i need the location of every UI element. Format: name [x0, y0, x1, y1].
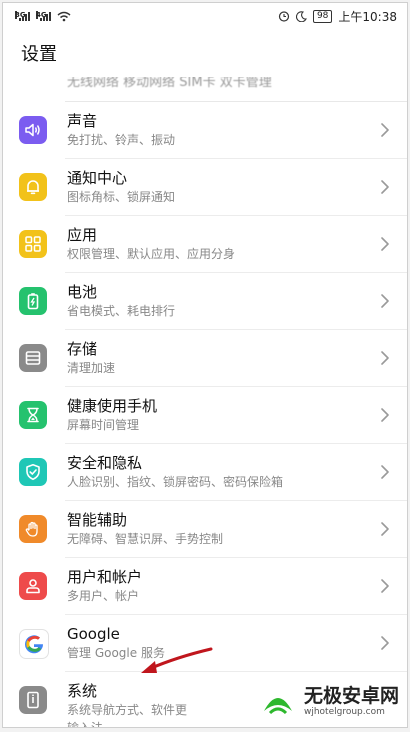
clock: 上午10:38: [338, 9, 397, 24]
partial-scrolled-item: 无线网络 移动网络 SIM卡 双卡管理: [3, 77, 407, 101]
status-right: 98 上午10:38: [278, 8, 397, 25]
settings-item-subtitle: 免打扰、铃声、振动: [67, 133, 176, 147]
chevron-right-icon: [379, 179, 391, 195]
watermark-logo-icon: [263, 698, 292, 715]
bell-icon: [19, 173, 47, 201]
settings-list: 声音免打扰、铃声、振动通知中心图标角标、锁屏通知应用权限管理、默认应用、应用分身…: [3, 102, 407, 672]
settings-screen: 3G 4G 98 上午10:38 设置 无线网络 移动网络 SIM卡 双卡管理 …: [2, 2, 408, 728]
status-bar: 3G 4G 98 上午10:38: [3, 3, 407, 29]
chevron-right-icon: [379, 293, 391, 309]
chevron-right-icon: [379, 635, 391, 651]
watermark-name: 无极安卓网: [303, 684, 399, 707]
wifi-icon: [57, 11, 71, 21]
sound-icon: [19, 116, 47, 144]
settings-item-subtitle: 图标角标、锁屏通知: [67, 190, 176, 204]
storage-icon: [19, 344, 47, 372]
settings-item-subtitle: 无障碍、智慧识屏、手势控制: [67, 532, 224, 546]
phone-info-icon: [19, 686, 47, 714]
settings-item-title: 声音: [67, 112, 98, 130]
settings-item-subtitle: 清理加速: [67, 361, 116, 375]
moon-icon: [295, 10, 307, 22]
settings-item[interactable]: 通知中心图标角标、锁屏通知: [3, 159, 407, 216]
apps-grid-icon: [19, 230, 47, 258]
user-icon: [19, 572, 47, 600]
settings-item-text: 智能辅助无障碍、智慧识屏、手势控制: [67, 510, 377, 548]
partial-item-subtitle: 无线网络 移动网络 SIM卡 双卡管理: [67, 77, 272, 90]
hourglass-icon: [19, 401, 47, 429]
chevron-right-icon: [379, 350, 391, 366]
chevron-right-icon: [379, 407, 391, 423]
watermark-url: wjhotelgroup.com: [303, 706, 385, 717]
page-title: 设置: [21, 44, 57, 65]
settings-item-title: 通知中心: [67, 169, 128, 187]
settings-item-text: 电池省电模式、耗电排行: [67, 282, 377, 320]
alarm-icon: [278, 11, 290, 22]
settings-item-text: 通知中心图标角标、锁屏通知: [67, 168, 377, 206]
settings-item[interactable]: 声音免打扰、铃声、振动: [3, 102, 407, 159]
settings-item-title: 安全和隐私: [67, 454, 143, 472]
battery-icon: [19, 287, 47, 315]
chevron-right-icon: [379, 122, 391, 138]
watermark: 无极安卓网 wjhotelgroup.com: [258, 681, 399, 721]
settings-item-title: 电池: [67, 283, 98, 301]
hand-icon: [19, 515, 47, 543]
settings-item-title: 应用: [67, 226, 98, 244]
settings-item-title: Google: [67, 625, 120, 643]
settings-item-text: 存储 清理加速: [67, 339, 377, 377]
google-icon: [19, 629, 49, 659]
settings-item-text: 用户和帐户多用户、帐户: [67, 567, 377, 605]
settings-item-subtitle: 管理 Google 服务: [67, 646, 165, 660]
settings-item[interactable]: 用户和帐户多用户、帐户: [3, 558, 407, 615]
settings-item-title: 存储: [67, 340, 98, 358]
settings-item-subtitle: 省电模式、耗电排行: [67, 304, 176, 318]
shield-icon: [19, 458, 47, 486]
settings-item-text: Google 管理 Google 服务: [67, 624, 377, 662]
settings-item-text: 声音免打扰、铃声、振动: [67, 111, 377, 149]
watermark-text: 无极安卓网 wjhotelgroup.com: [304, 685, 399, 718]
settings-item[interactable]: 健康使用手机屏幕时间管理: [3, 387, 407, 444]
settings-item-subtitle: 人脸识别、指纹、锁屏密码、密码保险箱: [67, 475, 284, 489]
settings-item-text: 安全和隐私人脸识别、指纹、锁屏密码、密码保险箱: [67, 453, 377, 491]
settings-item-title: 健康使用手机: [67, 397, 158, 415]
signal-2-icon: 4G: [36, 11, 51, 21]
chevron-right-icon: [379, 521, 391, 537]
settings-item-text: 应用权限管理、默认应用、应用分身: [67, 225, 377, 263]
settings-item-title: 智能辅助: [67, 511, 128, 529]
chevron-right-icon: [379, 464, 391, 480]
battery-indicator: 98: [312, 9, 333, 23]
annotation-arrow-icon: [141, 647, 213, 673]
chevron-right-icon: [379, 236, 391, 252]
chevron-right-icon: [379, 578, 391, 594]
settings-item-subtitle: 屏幕时间管理: [67, 418, 140, 432]
settings-item[interactable]: 智能辅助无障碍、智慧识屏、手势控制: [3, 501, 407, 558]
settings-item[interactable]: 电池省电模式、耗电排行: [3, 273, 407, 330]
signal-1-icon: 3G: [15, 11, 30, 21]
settings-item[interactable]: 应用权限管理、默认应用、应用分身: [3, 216, 407, 273]
settings-item[interactable]: 安全和隐私人脸识别、指纹、锁屏密码、密码保险箱: [3, 444, 407, 501]
settings-item-subtitle: 多用户、帐户: [67, 589, 140, 603]
settings-item-title: 用户和帐户: [67, 568, 143, 586]
settings-item[interactable]: 存储 清理加速: [3, 330, 407, 387]
settings-item-subtitle: 权限管理、默认应用、应用分身: [67, 247, 236, 261]
settings-item-text: 健康使用手机屏幕时间管理: [67, 396, 377, 434]
status-left: 3G 4G: [15, 11, 71, 22]
